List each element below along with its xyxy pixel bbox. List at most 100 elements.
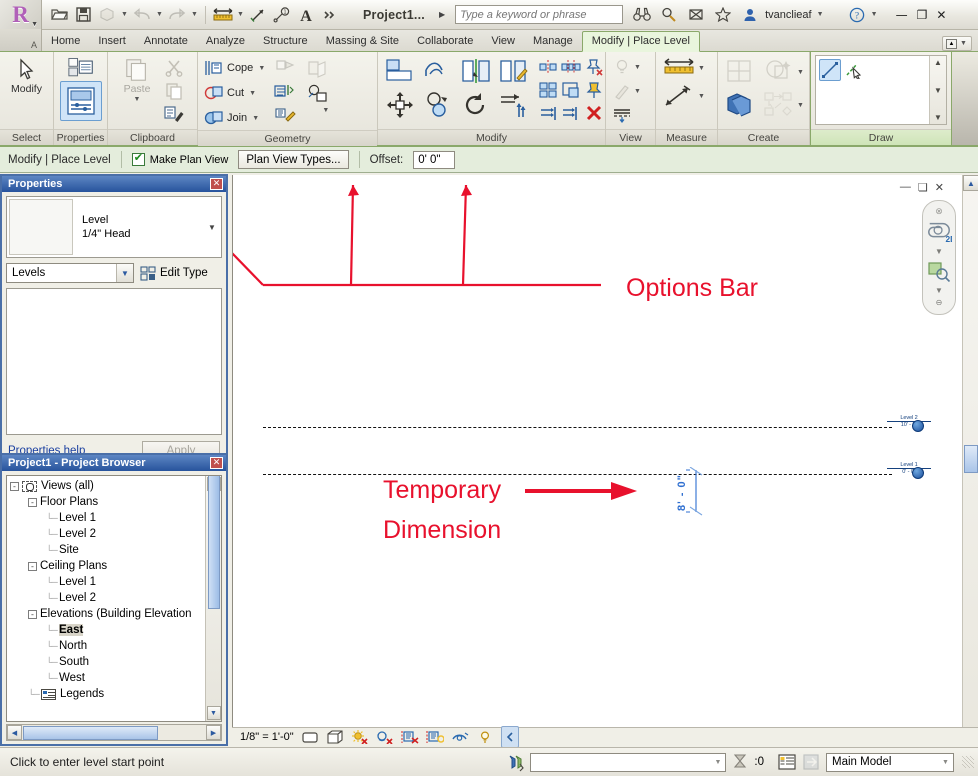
- scrollbar-thumb-horizontal[interactable]: [23, 725, 158, 740]
- paste-button[interactable]: Paste ▼: [113, 56, 161, 103]
- draw-gallery-scroll-up-icon[interactable]: ▲: [934, 58, 942, 67]
- temporary-hide-isolate-icon[interactable]: [451, 726, 469, 748]
- text-icon[interactable]: A: [295, 4, 317, 26]
- category-combobox[interactable]: Levels ▼: [6, 263, 134, 283]
- scroll-up-icon[interactable]: ▲: [963, 175, 978, 191]
- mirror-draw-axis-icon[interactable]: [497, 56, 531, 88]
- rendering-dialog-icon[interactable]: [401, 726, 419, 748]
- tree-expander-icon[interactable]: -: [10, 481, 19, 491]
- help-dropdown-icon[interactable]: ▼: [870, 11, 879, 18]
- measure-dropdown-icon-1[interactable]: ▼: [697, 65, 706, 72]
- align-icon[interactable]: [383, 56, 417, 88]
- selection-field[interactable]: ▼: [530, 752, 727, 772]
- star-icon[interactable]: [712, 4, 734, 26]
- delete-icon[interactable]: [583, 102, 605, 124]
- scrollbar-thumb[interactable]: [964, 445, 978, 473]
- create-similar-icon[interactable]: [723, 56, 757, 88]
- tree-node[interactable]: - Floor Plans: [10, 494, 205, 510]
- mirror-pick-axis-icon[interactable]: [459, 56, 493, 88]
- move-icon[interactable]: [383, 89, 417, 121]
- pin-icon[interactable]: [583, 79, 605, 101]
- paint-geometry-icon[interactable]: [272, 106, 298, 130]
- chevron-down-icon[interactable]: ▼: [938, 754, 953, 771]
- tab-analyze[interactable]: Analyze: [197, 32, 254, 51]
- draw-pick-line-icon[interactable]: [844, 59, 866, 81]
- ribbon-minimize-control[interactable]: ▲ ▼: [942, 36, 972, 51]
- tree-node[interactable]: └─ Level 2: [10, 526, 205, 542]
- make-plan-view-checkbox[interactable]: Make Plan View: [131, 151, 228, 166]
- design-option-combobox[interactable]: Main Model ▼: [826, 752, 954, 772]
- offset-input[interactable]: 0' 0": [413, 150, 456, 169]
- tree-expander-icon[interactable]: -: [28, 609, 37, 619]
- rotate-icon[interactable]: [459, 89, 493, 121]
- redo-icon[interactable]: [166, 4, 188, 26]
- level-tag-1[interactable]: Level 1 0' - 0": [887, 462, 931, 475]
- tab-manage[interactable]: Manage: [524, 32, 582, 51]
- scroll-left-icon[interactable]: ◀: [7, 725, 22, 740]
- reveal-hidden-elements-icon[interactable]: [476, 726, 494, 748]
- temporary-dimension[interactable]: 8' - 0": [658, 467, 710, 517]
- split-face-icon[interactable]: [272, 81, 298, 105]
- paste-dropdown-icon[interactable]: ▼: [133, 96, 142, 103]
- detail-level-icon[interactable]: [301, 726, 319, 748]
- close-icon[interactable]: ✕: [210, 457, 223, 469]
- ribbon-state-dropdown-icon[interactable]: ▼: [959, 40, 968, 47]
- measure-dropdown-icon[interactable]: ▼: [236, 11, 245, 18]
- chevron-down-icon[interactable]: ▼: [31, 20, 38, 28]
- drawing-canvas[interactable]: — ❏ ✕ ⊗ 2D ▼ ▼ ⊖ Level 2 10' - 0" Level …: [232, 175, 978, 745]
- account-dropdown-icon[interactable]: ▼: [816, 11, 825, 18]
- tree-node[interactable]: - Ceiling Plans: [10, 558, 205, 574]
- scrollbar-thumb[interactable]: [207, 476, 220, 609]
- project-browser-horizontal-scrollbar[interactable]: ◀ ▶: [6, 724, 222, 741]
- draw-line-icon[interactable]: [819, 59, 841, 81]
- align-right-icon[interactable]: [560, 102, 582, 124]
- properties-icon[interactable]: [67, 56, 94, 80]
- tree-node[interactable]: └─ East: [10, 622, 205, 638]
- canvas-vertical-scrollbar[interactable]: ▲ ▼: [962, 175, 978, 745]
- tab-structure[interactable]: Structure: [254, 32, 317, 51]
- window-resize-grip[interactable]: [962, 756, 974, 768]
- redo-dropdown-icon[interactable]: ▼: [190, 11, 199, 18]
- tree-node[interactable]: └─ Site: [10, 542, 205, 558]
- tab-modify-place-level[interactable]: Modify | Place Level: [581, 31, 700, 52]
- worksets-icon[interactable]: [776, 751, 798, 773]
- tree-node[interactable]: └─ South: [10, 654, 205, 670]
- tree-node[interactable]: └─ Legends: [10, 686, 205, 702]
- level-2-head-bubble[interactable]: [912, 420, 924, 432]
- match-type-icon[interactable]: [163, 103, 185, 125]
- scale-icon[interactable]: [560, 79, 582, 101]
- chevron-down-icon[interactable]: ▼: [116, 264, 133, 282]
- export-icon[interactable]: [96, 4, 118, 26]
- properties-grid[interactable]: [6, 288, 222, 435]
- linework-icon[interactable]: [611, 80, 633, 102]
- shape-handle-icon[interactable]: [304, 82, 330, 106]
- chevron-down-icon[interactable]: ▼: [710, 754, 725, 771]
- tree-node[interactable]: └─ Level 2: [10, 590, 205, 606]
- edit-type-button[interactable]: Edit Type: [139, 262, 208, 284]
- exclude-options-icon[interactable]: [729, 751, 751, 773]
- cut-clipboard-icon[interactable]: [163, 57, 185, 79]
- create-assembly-icon[interactable]: [762, 89, 796, 121]
- cope-button[interactable]: Cope ▼: [203, 56, 266, 80]
- minimize-button[interactable]: —: [896, 8, 908, 22]
- question-icon[interactable]: ?: [846, 4, 868, 26]
- level-line-1[interactable]: [263, 474, 892, 475]
- checkbox-icon[interactable]: [131, 151, 145, 166]
- measure-dropdown-icon-2[interactable]: ▼: [697, 93, 706, 100]
- measure-icon[interactable]: [212, 4, 234, 26]
- tree-node[interactable]: └─ West: [10, 670, 205, 686]
- expand-icon[interactable]: [500, 726, 519, 748]
- draw-gallery-expand-icon[interactable]: ▼: [934, 113, 942, 122]
- view-dropdown-icon-2[interactable]: ▼: [633, 88, 642, 95]
- level-tag-2[interactable]: Level 2 10' - 0": [887, 415, 931, 428]
- project-browser-vertical-scrollbar[interactable]: ▲ ▼: [205, 476, 221, 721]
- tab-massing-and-site[interactable]: Massing & Site: [317, 32, 408, 51]
- tree-node[interactable]: - Elevations (Building Elevation: [10, 606, 205, 622]
- geometry-more-dropdown-icon[interactable]: ▼: [321, 107, 330, 114]
- more-icon[interactable]: [319, 4, 341, 26]
- aligned-dimension-icon[interactable]: [247, 4, 269, 26]
- copy-clipboard-icon[interactable]: [163, 80, 185, 102]
- view-dropdown-icon-1[interactable]: ▼: [633, 64, 642, 71]
- split-with-gap-icon[interactable]: [560, 56, 582, 78]
- sun-path-icon[interactable]: [351, 726, 369, 748]
